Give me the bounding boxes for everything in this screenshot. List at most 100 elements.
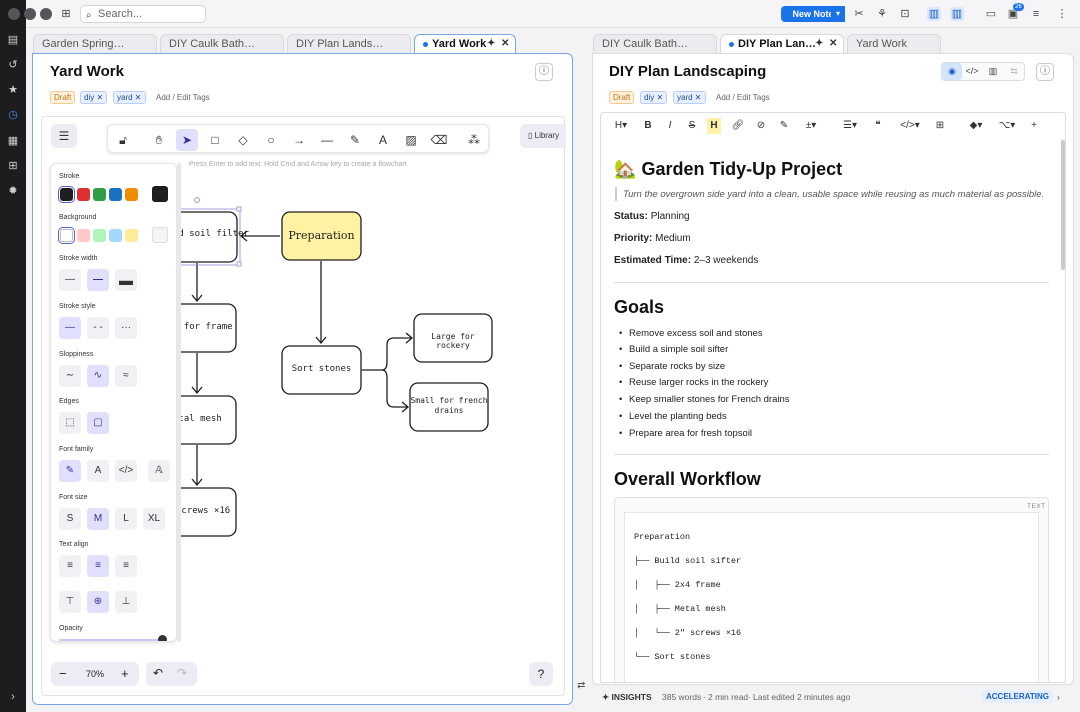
diamond-icon[interactable]: ◇ — [232, 129, 254, 151]
format-dropdown[interactable]: ⌥▾ — [995, 118, 1019, 134]
sync-icon[interactable]: ⇆ — [1004, 63, 1024, 80]
settings-icon[interactable]: ≡ — [1029, 7, 1043, 21]
tab-diy-caulk[interactable]: DIY Caulk Bath… — [160, 34, 284, 54]
tree-icon[interactable]: ⊞ — [6, 159, 20, 173]
image-icon[interactable]: ▨ — [400, 129, 422, 151]
heading-dropdown[interactable]: H▾ — [611, 118, 631, 134]
note-title[interactable]: DIY Plan Landscaping — [609, 63, 766, 80]
eraser-icon[interactable]: ⌫ — [428, 129, 450, 151]
arrow-icon[interactable]: → — [288, 129, 310, 151]
valign-bottom-icon[interactable]: ⊥ — [115, 591, 137, 613]
pin-icon[interactable]: ✦ — [487, 35, 495, 53]
window-maximize-button[interactable] — [40, 8, 52, 20]
more-icon[interactable]: + — [1027, 118, 1041, 134]
insert-dropdown[interactable]: ◆▾ — [965, 118, 987, 134]
stroke-style-solid[interactable]: — — [59, 317, 81, 339]
align-center-icon[interactable]: ≡ — [87, 555, 109, 577]
close-tab-icon[interactable]: ✕ — [829, 35, 837, 53]
tab-diy-caulk-right[interactable]: DIY Caulk Bath… — [593, 34, 717, 54]
align-right-icon[interactable]: ≡ — [115, 555, 137, 577]
sparkle-icon[interactable]: ✹ — [6, 184, 20, 198]
stroke-style-dashed[interactable]: - - — [87, 317, 109, 339]
hand-icon[interactable]: ✋︎ — [148, 129, 170, 151]
insights-label[interactable]: ✦ INSIGHTS — [602, 692, 652, 703]
bg-current-swatch[interactable] — [152, 227, 168, 243]
redo-icon[interactable]: ↷ — [177, 666, 187, 680]
list-dropdown[interactable]: ☰▾ — [839, 118, 861, 134]
split-left-icon[interactable]: ▥ — [927, 7, 941, 21]
valign-middle-icon[interactable]: ⊕ — [87, 591, 109, 613]
math-dropdown[interactable]: ±▾ — [800, 118, 822, 134]
font-hand-icon[interactable]: ✎ — [59, 460, 81, 482]
font-more-icon[interactable]: 𝔸 — [148, 460, 170, 482]
link-icon[interactable]: 🔗︎ — [731, 118, 745, 134]
notes-icon[interactable]: ▤ — [6, 33, 20, 47]
share-icon[interactable]: ⚘ — [875, 7, 889, 21]
library-button[interactable]: ▯ Library — [520, 124, 566, 148]
valign-top-icon[interactable]: ⊤ — [59, 591, 81, 613]
info-icon[interactable]: ⓘ — [1036, 63, 1054, 81]
hamburger-menu-button[interactable]: ☰ — [51, 124, 77, 148]
edges-sharp[interactable]: ⬚ — [59, 412, 81, 434]
tag-pill[interactable]: yard ✕ — [113, 91, 146, 104]
chevron-right-icon[interactable]: › — [1057, 692, 1060, 702]
tag-pill[interactable]: diy ✕ — [640, 91, 668, 104]
info-icon[interactable]: ⓘ — [535, 63, 553, 81]
font-size-l[interactable]: L — [115, 508, 137, 530]
swap-panes-icon[interactable]: ⇄ — [577, 680, 585, 691]
italic-icon[interactable]: I — [663, 118, 677, 134]
stroke-width-bold[interactable]: — — [87, 269, 109, 291]
tab-diy-plan-right[interactable]: DIY Plan Lan… ✦ ✕ — [720, 34, 844, 54]
tab-yard-work-right[interactable]: Yard Work — [847, 34, 941, 54]
status-pill[interactable]: Draft — [609, 91, 635, 104]
zoom-in-button[interactable]: + — [121, 666, 129, 681]
split-icon[interactable]: ▥ — [983, 63, 1003, 80]
stroke-width-extra[interactable]: ▬ — [115, 269, 137, 291]
rectangle-icon[interactable]: □ — [204, 129, 226, 151]
stroke-swatch[interactable] — [58, 186, 75, 203]
status-pill[interactable]: Draft — [50, 91, 76, 104]
note-title[interactable]: Yard Work — [50, 63, 124, 80]
strike-icon[interactable]: S — [685, 118, 699, 134]
quote-icon[interactable]: ❝ — [871, 118, 885, 134]
lock-icon[interactable]: 🔓︎ — [112, 129, 134, 151]
menu-icon[interactable]: ⋮ — [1055, 7, 1069, 21]
line-icon[interactable]: — — [316, 129, 338, 151]
window-close-button[interactable] — [8, 8, 20, 20]
help-icon[interactable]: ? — [529, 662, 553, 686]
pin-icon[interactable]: ✦ — [815, 35, 823, 53]
pointer-icon[interactable]: ➤ — [176, 129, 198, 151]
font-code-icon[interactable]: </> — [115, 460, 137, 482]
stroke-style-dotted[interactable]: ··· — [115, 317, 137, 339]
sloppiness-cartoonist[interactable]: ≈ — [115, 365, 137, 387]
tools-icon[interactable]: ✂ — [852, 7, 866, 21]
stroke-current-swatch[interactable] — [152, 186, 168, 202]
bg-swatch[interactable] — [58, 227, 75, 244]
search-input[interactable]: ⌕ Search... — [80, 5, 206, 23]
editor-scrollbar[interactable] — [1061, 140, 1065, 270]
ellipse-icon[interactable]: ○ — [260, 129, 282, 151]
stroke-swatch[interactable] — [109, 188, 122, 201]
shapes-icon[interactable]: ⁂ — [463, 129, 485, 151]
bold-icon[interactable]: B — [641, 118, 655, 134]
align-left-icon[interactable]: ≡ — [59, 555, 81, 577]
expand-icon[interactable]: › — [6, 690, 20, 704]
editor-content[interactable]: 🏡 Garden Tidy-Up Project Turn the overgr… — [600, 138, 1066, 683]
split-right-icon[interactable]: ▥ — [950, 7, 964, 21]
stroke-swatch[interactable] — [125, 188, 138, 201]
preview-icon[interactable]: ◉ — [942, 63, 962, 80]
undo-icon[interactable]: ↶ — [153, 666, 163, 680]
bg-swatch[interactable] — [125, 229, 138, 242]
clock-icon[interactable]: ◷ — [6, 108, 20, 122]
font-normal-icon[interactable]: A — [87, 460, 109, 482]
code-dropdown[interactable]: </>▾ — [895, 118, 925, 134]
opacity-slider[interactable] — [59, 639, 167, 641]
stroke-swatch[interactable] — [93, 188, 106, 201]
pencil-icon[interactable]: ✎ — [344, 129, 366, 151]
source-icon[interactable]: </> — [962, 63, 982, 80]
font-size-xl[interactable]: XL — [143, 508, 165, 530]
sloppiness-artist[interactable]: ∿ — [87, 365, 109, 387]
zoom-out-button[interactable]: − — [59, 666, 67, 681]
tab-yard-work[interactable]: Yard Work ✦ ✕ — [414, 34, 516, 54]
edges-round[interactable]: ▢ — [87, 412, 109, 434]
